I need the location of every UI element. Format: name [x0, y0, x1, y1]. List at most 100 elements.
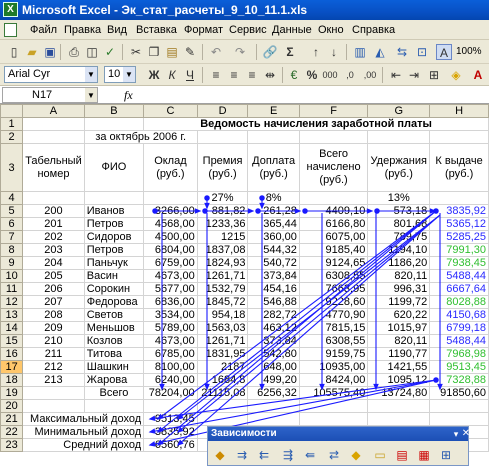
copy-icon[interactable]: ❐ [146, 44, 162, 60]
column-header-a[interactable]: A [22, 104, 85, 118]
font-name-box[interactable]: Arial Cyr ▼ [4, 66, 98, 83]
cell-c12[interactable]: 6836,00 [143, 295, 198, 309]
cell-e14[interactable]: 463,12 [247, 321, 300, 335]
cell-h8[interactable]: 7991,30 [429, 243, 489, 257]
column-header-e[interactable]: E [247, 104, 300, 118]
cell-e20[interactable] [247, 399, 300, 413]
cell-d7[interactable]: 1215 [196, 230, 249, 244]
cell-c14[interactable]: 5789,00 [143, 321, 198, 335]
cell-f3[interactable]: Всего начислено (руб.) [298, 143, 369, 192]
worksheet[interactable]: A B C D E F G H 1 Ведомость начисления за… [0, 104, 489, 471]
menu-view[interactable]: Вид [107, 24, 127, 36]
row-header-12[interactable]: 12 [0, 295, 24, 309]
row-header-20[interactable]: 20 [0, 399, 24, 413]
merge-center-icon[interactable]: ⇹ [262, 67, 278, 83]
cell-d4[interactable]: 27% [196, 191, 249, 205]
currency-icon[interactable]: € [286, 67, 302, 83]
cell-b1[interactable] [83, 117, 145, 131]
cell-e11[interactable]: 454,16 [247, 282, 300, 296]
cell-c15[interactable]: 4673,00 [143, 334, 198, 348]
cell-d5[interactable]: 881,82 [196, 204, 249, 218]
cell-g10[interactable]: 820,11 [367, 269, 431, 283]
column-header-b[interactable]: B [83, 104, 145, 118]
cell-d9[interactable]: 1824,93 [196, 256, 249, 270]
cell-h17[interactable]: 9513,45 [429, 360, 489, 374]
cell-h19[interactable]: 91850,60 [429, 386, 489, 400]
cell-a4[interactable] [22, 191, 85, 205]
comma-style-icon[interactable]: 000 [322, 67, 338, 83]
column-header-g[interactable]: G [367, 104, 431, 118]
font-color-icon[interactable]: A [470, 67, 486, 83]
cell-a8[interactable]: 203 [22, 243, 85, 257]
cell-c13[interactable]: 3534,00 [143, 308, 198, 322]
cell-a5[interactable]: 200 [22, 204, 85, 218]
row-header-2[interactable]: 2 [0, 130, 24, 144]
menu-edit[interactable]: Правка [64, 24, 101, 36]
cell-d3[interactable]: Премия (руб.) [196, 143, 249, 192]
cell-g8[interactable]: 1194,10 [367, 243, 431, 257]
select-all-corner[interactable] [0, 104, 24, 118]
cell-f6[interactable]: 6166,80 [298, 217, 369, 231]
cell-g16[interactable]: 1190,77 [367, 347, 431, 361]
print-icon[interactable]: ⎙ [66, 44, 82, 60]
row-header-10[interactable]: 10 [0, 269, 24, 283]
cell-d12[interactable]: 1845,72 [196, 295, 249, 309]
cell-d2[interactable] [196, 130, 249, 144]
cell-d13[interactable]: 954,18 [196, 308, 249, 322]
cell-h18[interactable]: 7328,88 [429, 373, 489, 387]
cell-a9[interactable]: 204 [22, 256, 85, 270]
cell-a21[interactable]: Максимальный доход [22, 412, 145, 426]
cell-f8[interactable]: 9185,40 [298, 243, 369, 257]
cell-f12[interactable]: 9228,60 [298, 295, 369, 309]
row-header-22[interactable]: 22 [0, 425, 24, 439]
cell-f21[interactable] [298, 412, 369, 426]
remove-dependents-icon[interactable]: ⇚ [302, 447, 318, 463]
cell-g7[interactable]: 789,75 [367, 230, 431, 244]
cell-e4[interactable]: 8% [247, 191, 300, 205]
cell-g6[interactable]: 801,68 [367, 217, 431, 231]
row-header-15[interactable]: 15 [0, 334, 24, 348]
redo-icon[interactable]: ↷ [232, 44, 248, 60]
new-comment-icon[interactable]: ▭ [372, 447, 388, 463]
name-box[interactable]: N17 ▼ [2, 87, 98, 103]
new-icon[interactable]: ▯ [6, 44, 22, 60]
cell-g20[interactable] [367, 399, 431, 413]
borders-icon[interactable]: ⊞ [426, 67, 442, 83]
cell-g3[interactable]: Удержания (руб.) [367, 143, 431, 192]
remove-precedents-icon[interactable]: ⇇ [256, 447, 272, 463]
cell-g9[interactable]: 1186,20 [367, 256, 431, 270]
close-icon[interactable]: ✕ [458, 426, 474, 442]
cell-h9[interactable]: 7938,45 [429, 256, 489, 270]
cell-c21[interactable]: 9513,45 [143, 412, 198, 426]
cell-f7[interactable]: 6075,00 [298, 230, 369, 244]
cell-a13[interactable]: 208 [22, 308, 85, 322]
cell-f14[interactable]: 7815,15 [298, 321, 369, 335]
cell-c3[interactable]: Оклад (руб.) [143, 143, 198, 192]
cell-grid[interactable]: A B C D E F G H 1 Ведомость начисления за… [0, 104, 489, 452]
align-center-icon[interactable]: ≡ [226, 67, 242, 83]
cell-g5[interactable]: 573,18 [367, 204, 431, 218]
chevron-down-icon[interactable]: ▼ [85, 88, 97, 102]
cell-g4[interactable]: 13% [367, 191, 431, 205]
cell-b2[interactable]: за октябрь 2006 г. [83, 130, 198, 144]
save-icon[interactable]: ▣ [42, 44, 58, 60]
sort-desc-icon[interactable]: ↓ [326, 44, 342, 60]
cell-d6[interactable]: 1233,36 [196, 217, 249, 231]
cell-b12[interactable]: Федорова [83, 295, 145, 309]
row-header-17[interactable]: 17 [0, 360, 24, 374]
dependencies-icon[interactable]: ⇆ [394, 44, 410, 60]
cell-d10[interactable]: 1261,71 [196, 269, 249, 283]
drawing-icon[interactable]: ◭ [372, 44, 388, 60]
cell-c9[interactable]: 6759,00 [143, 256, 198, 270]
cell-e6[interactable]: 365,44 [247, 217, 300, 231]
undo-icon[interactable]: ↶ [208, 44, 224, 60]
chevron-down-icon[interactable]: ▼ [85, 67, 97, 82]
cell-b10[interactable]: Васин [83, 269, 145, 283]
cell-h15[interactable]: 5488,44 [429, 334, 489, 348]
cell-f11[interactable]: 7663,95 [298, 282, 369, 296]
column-header-h[interactable]: H [429, 104, 489, 118]
cell-g11[interactable]: 996,31 [367, 282, 431, 296]
cell-b7[interactable]: Сидоров [83, 230, 145, 244]
row-header-11[interactable]: 11 [0, 282, 24, 296]
bold-icon[interactable]: Ж [146, 67, 162, 83]
